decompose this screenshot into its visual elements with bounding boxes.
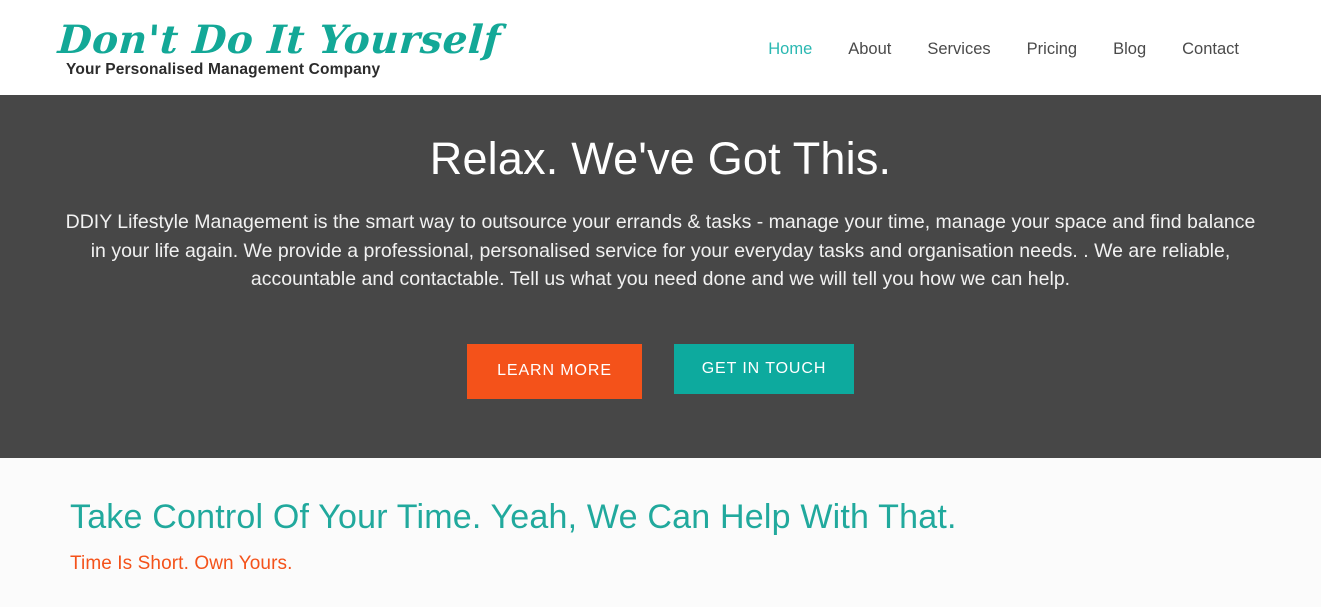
site-header: Don't Do It Yourself Your Personalised M… bbox=[0, 0, 1321, 95]
nav-item-contact[interactable]: Contact bbox=[1164, 33, 1257, 65]
brand-logo[interactable]: Don't Do It Yourself Your Personalised M… bbox=[56, 16, 503, 79]
hero-section: Relax. We've Got This. DDIY Lifestyle Ma… bbox=[0, 95, 1321, 458]
hero-title: Relax. We've Got This. bbox=[429, 133, 892, 184]
nav-item-blog[interactable]: Blog bbox=[1095, 33, 1164, 65]
main-navigation: Home About Services Pricing Blog Contact bbox=[750, 33, 1257, 65]
page-root: Don't Do It Yourself Your Personalised M… bbox=[0, 0, 1321, 607]
nav-item-about[interactable]: About bbox=[830, 33, 909, 65]
hero-description: DDIY Lifestyle Management is the smart w… bbox=[65, 211, 1256, 290]
intro-heading: Take Control Of Your Time. Yeah, We Can … bbox=[70, 498, 957, 536]
intro-subheading: Time Is Short. Own Yours. bbox=[70, 553, 293, 574]
brand-wordmark: Don't Do It Yourself bbox=[56, 17, 503, 63]
get-in-touch-button[interactable]: GET IN TOUCH bbox=[674, 343, 854, 394]
hero-cta-group: LEARN MORE GET IN TOUCH bbox=[36, 343, 1285, 404]
intro-section: Take Control Of Your Time. Yeah, We Can … bbox=[0, 458, 1321, 577]
nav-item-pricing[interactable]: Pricing bbox=[1009, 33, 1095, 65]
nav-item-home[interactable]: Home bbox=[750, 33, 830, 65]
nav-item-services[interactable]: Services bbox=[909, 33, 1008, 65]
brand-tagline: Your Personalised Management Company bbox=[66, 61, 381, 78]
learn-more-button[interactable]: LEARN MORE bbox=[467, 343, 642, 399]
